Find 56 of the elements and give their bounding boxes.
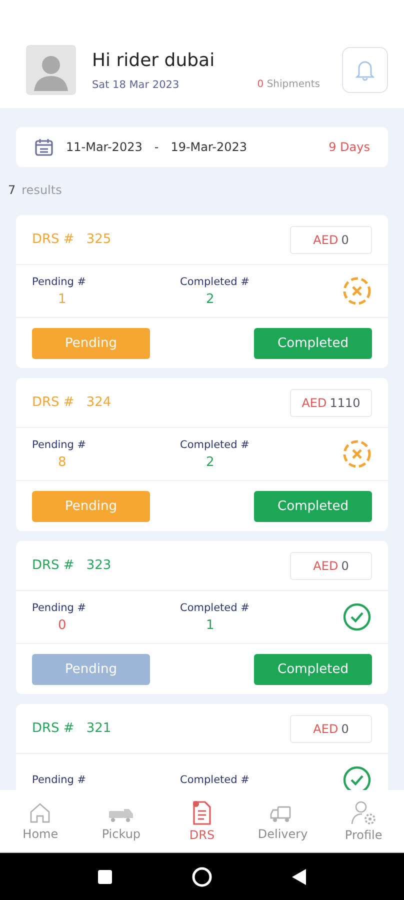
- completed-count: 2: [205, 454, 216, 470]
- pending-count: 8: [57, 454, 68, 470]
- amount-badge: AED 1110: [290, 388, 372, 416]
- completed-count: 1: [205, 618, 216, 632]
- avatar-icon: [26, 45, 76, 95]
- drs-label: DRS #: [32, 232, 74, 247]
- cross-circle-icon: [342, 439, 372, 469]
- drs-label: DRS #: [32, 395, 74, 410]
- amount-badge: AED 0: [290, 552, 372, 580]
- nav-tab[interactable]: Delivery: [242, 790, 324, 852]
- pending-label: Pending #: [32, 602, 88, 614]
- cross-circle-icon: [342, 276, 372, 306]
- amount-badge: AED 0: [290, 714, 372, 742]
- pending-button[interactable]: Pending: [32, 328, 150, 358]
- completed-label: Completed #: [180, 438, 250, 450]
- drs-number: 324: [86, 395, 112, 410]
- drs-number: 321: [86, 721, 112, 736]
- completed-count: 2: [205, 292, 216, 306]
- bell-icon: [355, 59, 375, 81]
- drs-number: 323: [86, 558, 112, 573]
- amount-badge: AED 0: [290, 226, 372, 254]
- pending-count: 1: [57, 292, 68, 306]
- completed-label: Completed #: [180, 602, 250, 614]
- completed-button[interactable]: Completed: [254, 328, 372, 358]
- completed-label: Completed #: [180, 276, 250, 288]
- shipments-count: 0 Shipments: [257, 78, 320, 90]
- nav-tab[interactable]: Pickup: [80, 790, 162, 852]
- start-date: 11-Mar-2023: [66, 140, 142, 154]
- nav-tab[interactable]: DRS: [162, 790, 242, 852]
- pending-label: Pending #: [32, 276, 88, 288]
- pending-button[interactable]: Pending: [32, 490, 150, 522]
- greeting: Hi rider dubai: [92, 50, 216, 70]
- drs-label: DRS #: [32, 558, 74, 573]
- nav-tab[interactable]: Home: [0, 790, 81, 852]
- results-label: results: [22, 183, 62, 197]
- completed-button[interactable]: Completed: [254, 490, 372, 522]
- nav-tab[interactable]: Profile: [323, 790, 404, 852]
- result-count: 7: [8, 183, 16, 197]
- date-range-card[interactable]: 11-Mar-2023 - 19-Mar-2023 9 Days: [16, 127, 388, 167]
- user-settings-icon: [350, 800, 378, 826]
- drs-label: DRS #: [32, 721, 74, 736]
- pending-label: Pending #: [32, 774, 88, 786]
- pending-count: 0: [57, 618, 68, 632]
- completed-label: Completed #: [180, 774, 250, 786]
- calendar-icon: [34, 137, 54, 157]
- home-circle-icon[interactable]: [191, 866, 213, 888]
- drs-number: 325: [86, 232, 112, 247]
- day-count: 9 Days: [328, 140, 370, 154]
- pending-label: Pending #: [32, 438, 88, 450]
- today-date: Sat 18 Mar 2023: [92, 78, 180, 90]
- end-date: 19-Mar-2023: [170, 140, 248, 154]
- back-icon[interactable]: [291, 868, 307, 886]
- check-circle-icon: [342, 602, 372, 632]
- range-separator: -: [154, 140, 159, 154]
- completed-button[interactable]: Completed: [254, 654, 372, 684]
- recents-icon[interactable]: [97, 868, 113, 884]
